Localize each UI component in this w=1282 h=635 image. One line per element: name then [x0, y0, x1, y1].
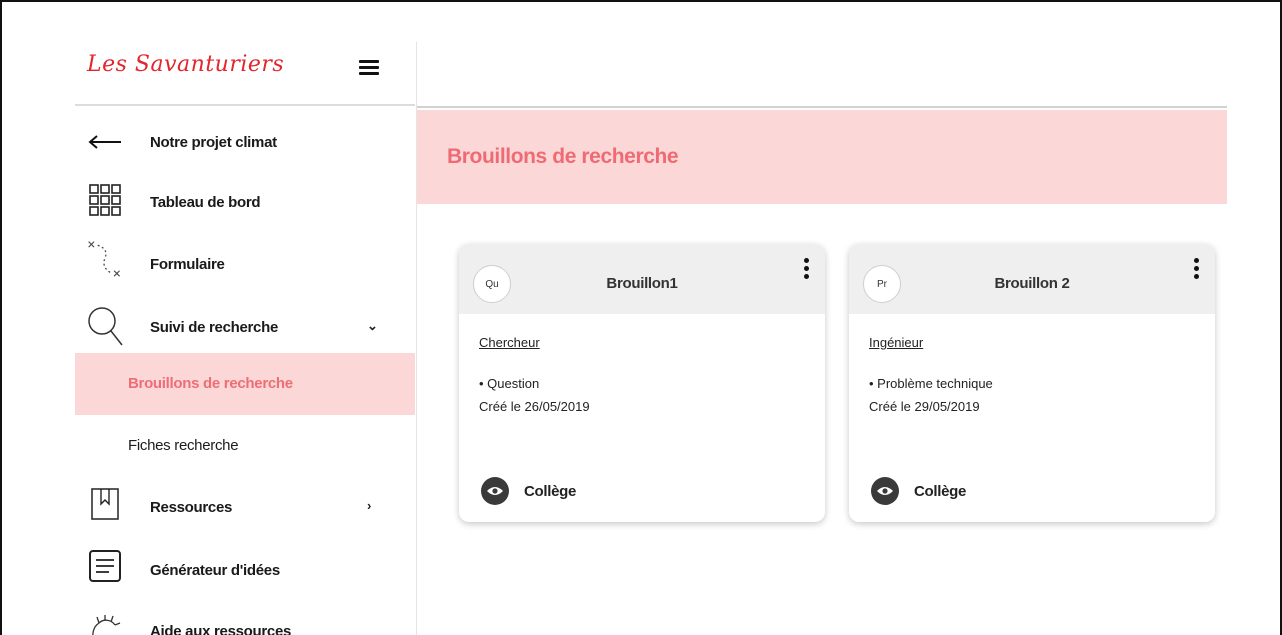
card-type: • Problème technique — [869, 376, 993, 391]
sidebar-item-aide[interactable]: Aide aux ressources — [75, 604, 415, 635]
menu-icon[interactable] — [359, 60, 379, 76]
draft-card[interactable]: Pr Brouillon 2 Ingénieur • Problème tech… — [849, 244, 1215, 522]
sidebar-item-generateur[interactable]: Générateur d'idées — [75, 542, 415, 598]
more-vert-icon[interactable] — [801, 258, 811, 288]
hand-icon — [85, 610, 125, 635]
top-bar — [417, 42, 1227, 108]
card-role-link[interactable]: Ingénieur — [869, 335, 923, 350]
sidebar-subitem-fiches[interactable]: Fiches recherche — [75, 415, 415, 477]
search-icon — [85, 306, 125, 346]
chevron-down-icon[interactable]: ⌄ — [367, 318, 378, 334]
card-type: • Question — [479, 376, 540, 391]
document-icon — [85, 546, 125, 586]
sidebar-subitem-label: Fiches recherche — [128, 437, 239, 454]
sidebar-item-label: Suivi de recherche — [150, 319, 278, 336]
sidebar-item-formulaire[interactable]: Formulaire — [75, 238, 415, 294]
sidebar-item-label: Ressources — [150, 499, 233, 516]
card-date: Créé le 26/05/2019 — [479, 399, 590, 414]
sidebar-item-label: Formulaire — [150, 256, 225, 273]
sidebar-item-label: Notre projet climat — [150, 134, 277, 151]
book-icon — [85, 484, 125, 524]
page-header: Brouillons de recherche — [417, 110, 1227, 204]
eye-icon[interactable] — [871, 477, 899, 505]
sidebar-item-label: Générateur d'idées — [150, 562, 280, 579]
sidebar-item-label: Tableau de bord — [150, 194, 261, 211]
draft-card[interactable]: Qu Brouillon1 Chercheur • Question Créé … — [459, 244, 825, 522]
sidebar-item-label: Aide aux ressources — [150, 623, 292, 635]
path-icon — [85, 238, 125, 278]
card-level: Collège — [914, 483, 967, 500]
sidebar: Les Savanturiers Notre projet climat Tab… — [75, 42, 417, 635]
sidebar-header: Les Savanturiers — [75, 42, 415, 106]
card-header: Qu Brouillon1 — [459, 244, 825, 314]
sidebar-item-tableau[interactable]: Tableau de bord — [75, 176, 415, 232]
sidebar-item-suivi[interactable]: Suivi de recherche ⌄ — [75, 300, 415, 356]
card-role-link[interactable]: Chercheur — [479, 335, 540, 350]
card-date: Créé le 29/05/2019 — [869, 399, 980, 414]
more-vert-icon[interactable] — [1191, 258, 1201, 288]
sidebar-item-projet[interactable]: Notre projet climat — [75, 114, 415, 170]
page-title: Brouillons de recherche — [447, 145, 679, 168]
arrow-left-icon — [85, 122, 125, 162]
grid-icon — [85, 180, 125, 220]
logo[interactable]: Les Savanturiers — [87, 52, 284, 77]
chevron-right-icon[interactable]: › — [367, 498, 371, 513]
card-title: Brouillon 2 — [994, 275, 1070, 292]
card-header: Pr Brouillon 2 — [849, 244, 1215, 314]
sidebar-item-ressources[interactable]: Ressources › — [75, 480, 415, 536]
sidebar-subitem-brouillons[interactable]: Brouillons de recherche — [75, 353, 415, 415]
card-title: Brouillon1 — [606, 275, 678, 292]
card-level: Collège — [524, 483, 577, 500]
eye-icon[interactable] — [481, 477, 509, 505]
sidebar-subitem-label: Brouillons de recherche — [128, 375, 293, 392]
